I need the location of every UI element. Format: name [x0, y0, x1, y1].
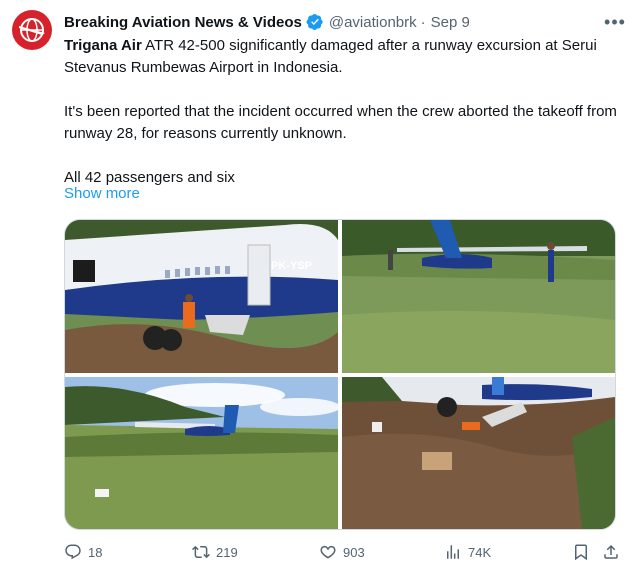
- retweet-count: 219: [216, 544, 238, 560]
- tweet-date[interactable]: Sep 9: [431, 14, 470, 31]
- reply-count: 18: [88, 544, 103, 560]
- retweet-button[interactable]: 219: [192, 543, 319, 561]
- tweet-paragraph-1: Trigana Air ATR 42-500 significantly dam…: [64, 35, 624, 79]
- tweet-text: Trigana Air ATR 42-500 significantly dam…: [64, 35, 624, 211]
- paragraph-1-body: ATR 42-500 significantly damaged after a…: [64, 37, 597, 76]
- photo-4[interactable]: [342, 377, 615, 529]
- views-button[interactable]: 74K: [444, 543, 572, 561]
- retweet-icon: [192, 545, 210, 559]
- bookmark-icon: [575, 544, 587, 561]
- author-name[interactable]: Breaking Aviation News & Videos: [64, 14, 302, 31]
- like-button[interactable]: 903: [319, 543, 444, 561]
- tweet-header: Breaking Aviation News & Videos @aviatio…: [64, 11, 626, 33]
- tweet-paragraph-2: It's been reported that the incident occ…: [64, 103, 617, 142]
- bookmark-button[interactable]: [572, 543, 602, 561]
- share-button[interactable]: [602, 543, 626, 561]
- reply-icon: [65, 544, 81, 560]
- author-handle[interactable]: @aviationbrk: [329, 14, 417, 31]
- tweet-paragraph-3: All 42 passengers and six: [64, 169, 235, 186]
- tweet[interactable]: Breaking Aviation News & Videos @aviatio…: [0, 0, 640, 582]
- views-chart-icon: [447, 545, 459, 559]
- media-grid: PK-YSP: [64, 219, 616, 530]
- photo-2[interactable]: [342, 220, 615, 373]
- photo-1[interactable]: [65, 220, 338, 373]
- share-icon: [604, 544, 618, 559]
- photo-3[interactable]: [65, 377, 338, 529]
- photo-1-registration: PK-YSP: [271, 260, 312, 272]
- reply-button[interactable]: 18: [64, 543, 192, 561]
- more-dots-icon[interactable]: •••: [604, 11, 626, 33]
- verified-badge-icon: [306, 13, 324, 31]
- show-more-link[interactable]: Show more: [64, 183, 140, 205]
- header-separator: ·: [420, 13, 426, 31]
- views-count: 74K: [468, 544, 492, 560]
- globe-plane-logo-icon: [19, 18, 45, 42]
- avatar[interactable]: [12, 10, 52, 50]
- heart-icon: [320, 545, 336, 559]
- airline-name: Trigana Air: [64, 37, 142, 54]
- like-count: 903: [343, 544, 365, 560]
- action-bar: 18 219 903 74K: [64, 540, 626, 564]
